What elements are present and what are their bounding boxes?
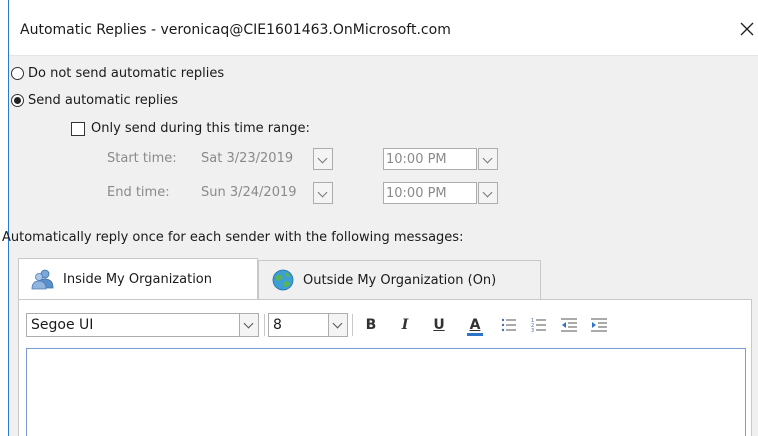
tab-inside-label: Inside My Organization bbox=[63, 271, 212, 287]
end-date-dropdown[interactable] bbox=[313, 182, 333, 204]
do-not-send-radio[interactable] bbox=[11, 67, 24, 80]
svg-text:3: 3 bbox=[531, 328, 534, 333]
italic-button[interactable]: I bbox=[394, 313, 416, 337]
tab-inside-organization[interactable]: Inside My Organization bbox=[18, 258, 258, 299]
end-date-field[interactable]: Sun 3/24/2019 bbox=[199, 182, 310, 204]
start-date-field[interactable]: Sat 3/23/2019 bbox=[199, 148, 310, 170]
numbering-button[interactable]: 1 2 3 bbox=[528, 313, 550, 337]
toolbar-separator bbox=[352, 314, 353, 336]
automatic-replies-dialog: Automatic Replies - veronicaq@CIE1601463… bbox=[2, 0, 758, 436]
increase-indent-icon bbox=[591, 318, 607, 332]
start-time-field[interactable]: 10:00 PM bbox=[383, 148, 477, 170]
send-replies-option[interactable]: Send automatic replies bbox=[11, 93, 178, 108]
start-time-label: Start time: bbox=[107, 151, 177, 166]
time-range-label: Only send during this time range: bbox=[91, 121, 310, 136]
tab-outside-organization[interactable]: Outside My Organization (On) bbox=[258, 260, 541, 299]
font-size-combo[interactable]: 8 bbox=[268, 313, 332, 337]
decrease-indent-icon bbox=[561, 318, 577, 332]
globe-icon bbox=[272, 269, 294, 291]
decrease-indent-button[interactable] bbox=[558, 313, 580, 337]
close-icon bbox=[740, 22, 754, 36]
message-body-textarea[interactable] bbox=[26, 348, 746, 436]
dialog-title: Automatic Replies - veronicaq@CIE1601463… bbox=[20, 22, 451, 38]
do-not-send-label: Do not send automatic replies bbox=[28, 66, 225, 81]
send-replies-radio[interactable] bbox=[11, 94, 24, 107]
numbered-list-icon: 1 2 3 bbox=[531, 318, 546, 334]
end-time-dropdown[interactable] bbox=[478, 182, 498, 204]
font-color-swatch bbox=[467, 333, 483, 336]
font-name-combo[interactable]: Segoe UI bbox=[26, 313, 250, 337]
time-range-option[interactable]: Only send during this time range: bbox=[71, 121, 310, 136]
bold-button[interactable]: B bbox=[360, 313, 382, 337]
start-time-dropdown[interactable] bbox=[478, 148, 498, 170]
toolbar-separator bbox=[264, 314, 265, 336]
font-color-letter: A bbox=[469, 317, 481, 333]
do-not-send-option[interactable]: Do not send automatic replies bbox=[11, 66, 224, 81]
send-replies-label: Send automatic replies bbox=[28, 93, 179, 108]
title-bar: Automatic Replies - veronicaq@CIE1601463… bbox=[9, 0, 758, 55]
font-color-button[interactable]: A bbox=[464, 313, 486, 337]
underline-button[interactable]: U bbox=[428, 313, 450, 337]
increase-indent-button[interactable] bbox=[588, 313, 610, 337]
end-time-label: End time: bbox=[107, 185, 170, 200]
instructions-text: Automatically reply once for each sender… bbox=[2, 230, 464, 245]
tab-outside-label: Outside My Organization (On) bbox=[303, 272, 497, 288]
close-button[interactable] bbox=[735, 17, 758, 41]
time-range-checkbox[interactable] bbox=[71, 121, 85, 136]
people-icon bbox=[31, 269, 54, 290]
font-name-dropdown[interactable] bbox=[239, 313, 259, 337]
bullet-list-icon bbox=[501, 318, 516, 332]
font-size-dropdown[interactable] bbox=[328, 313, 348, 337]
title-divider bbox=[9, 55, 758, 56]
end-time-field[interactable]: 10:00 PM bbox=[383, 182, 477, 204]
start-date-dropdown[interactable] bbox=[313, 148, 333, 170]
bullets-button[interactable] bbox=[498, 313, 520, 337]
